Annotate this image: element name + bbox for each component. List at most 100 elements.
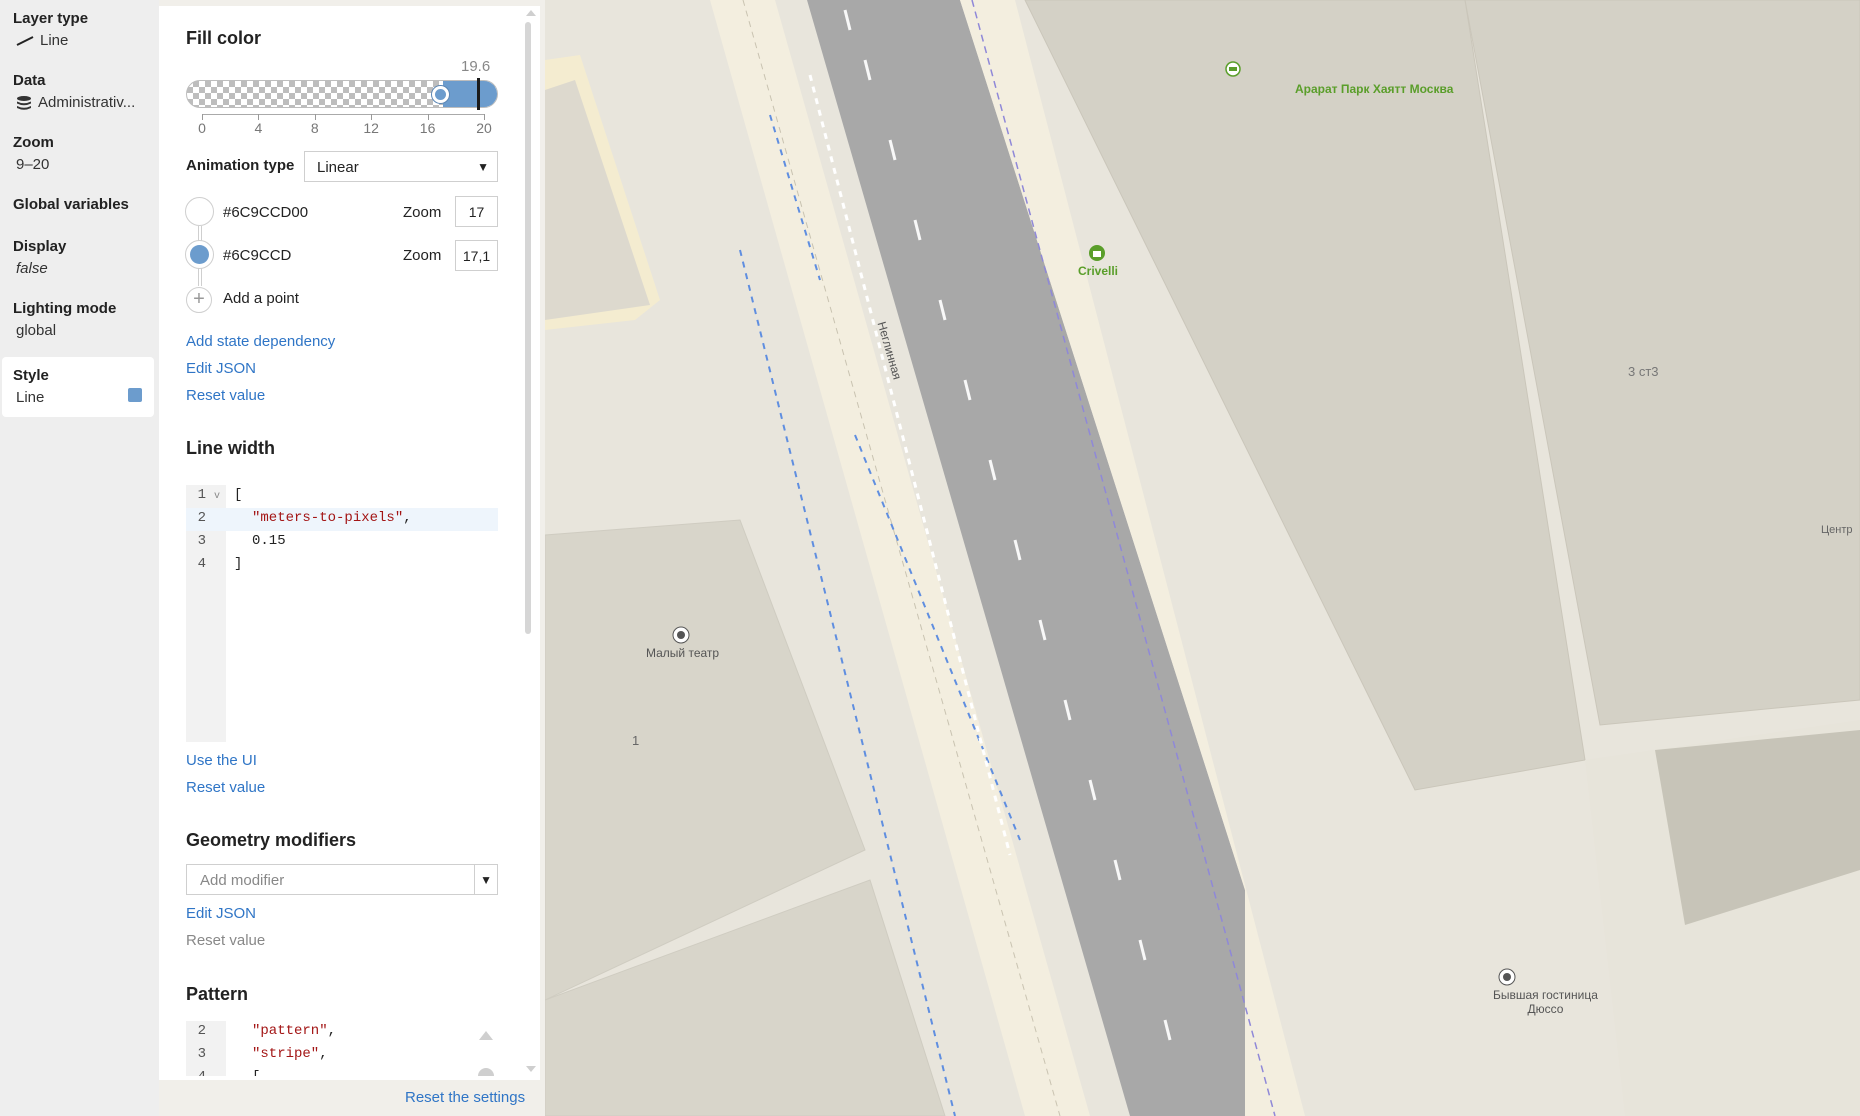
edit-json-link[interactable]: Edit JSON	[186, 360, 256, 377]
code-text: [	[234, 487, 243, 503]
line-number: 4	[186, 1069, 206, 1076]
reset-value-link: Reset value	[186, 932, 266, 949]
line-number: 2	[197, 510, 206, 526]
building-number: 1	[632, 733, 640, 748]
line-width-code-editor[interactable]: 1 v [ 2 "meters-to-pixels", 3 0.15 4 ]	[186, 485, 498, 742]
code-string: "meters-to-pixels",	[252, 510, 412, 526]
chevron-down-icon: ▼	[480, 873, 492, 887]
nav-label: Global variables	[13, 196, 129, 213]
nav-label: Zoom	[13, 134, 54, 151]
edge-label: Центр	[1821, 524, 1853, 536]
reset-value-link[interactable]: Reset value	[186, 387, 265, 404]
slider-value: 19.6	[461, 58, 491, 75]
nav-value-row: Line	[13, 32, 154, 49]
reset-settings-link[interactable]: Reset the settings	[405, 1089, 525, 1106]
panel-scrollbar[interactable]	[525, 22, 531, 634]
pattern-scroll-up-arrow[interactable]	[479, 1031, 493, 1040]
animation-type-select[interactable]: Linear ▼	[304, 151, 498, 182]
poi-label[interactable]: Арарат Парк Хаятт Москва	[1295, 82, 1453, 96]
color-stop-swatch[interactable]	[185, 197, 214, 226]
line-number: 3	[197, 1046, 206, 1062]
nav-label: Lighting mode	[13, 300, 117, 317]
scroll-down-arrow[interactable]	[526, 1066, 536, 1072]
line-width-title: Line width	[186, 438, 275, 458]
map-canvas	[545, 0, 1860, 1116]
nav-item-style[interactable]: Style Line	[2, 357, 154, 417]
hotel-icon[interactable]	[1225, 61, 1241, 77]
poi-label-line: Дюссо	[1527, 1002, 1564, 1016]
code-line: 2 "meters-to-pixels",	[186, 508, 498, 531]
stop-zoom-input[interactable]: 17	[455, 196, 498, 227]
code-punct: ,	[403, 510, 412, 526]
use-the-ui-link[interactable]: Use the UI	[186, 752, 257, 769]
select-divider	[474, 865, 475, 894]
code-token: "stripe"	[252, 1046, 320, 1062]
nav-value: Line	[16, 389, 45, 406]
slider-tick-label: 12	[363, 120, 379, 136]
poi-label[interactable]: Crivelli	[1078, 264, 1118, 278]
nav-item-layer-type[interactable]: Layer type Line	[2, 0, 154, 60]
stop-zoom-label: Zoom	[403, 204, 442, 221]
fold-icon[interactable]: v	[214, 491, 220, 502]
color-stop-swatch[interactable]	[185, 240, 214, 269]
code-text: ]	[234, 556, 243, 572]
line-number: 1	[197, 487, 206, 503]
nav-value: global	[16, 322, 57, 339]
left-nav: Layer type Line Data Administrativ... Zo…	[0, 0, 159, 1116]
edit-json-link[interactable]: Edit JSON	[186, 905, 256, 922]
nav-item-zoom[interactable]: Zoom 9–20	[2, 124, 154, 184]
nav-value: false	[16, 260, 48, 277]
nav-label: Display	[13, 238, 67, 255]
nav-label: Data	[13, 72, 46, 89]
current-zoom-marker[interactable]	[477, 78, 481, 110]
add-state-dependency-link[interactable]: Add state dependency	[186, 333, 335, 350]
nav-value-row: 9–20	[13, 156, 154, 173]
slider-tick-label: 0	[198, 120, 206, 136]
zoom-slider-track[interactable]	[186, 80, 498, 108]
nav-value: Administrativ...	[38, 94, 136, 111]
line-icon	[16, 35, 34, 46]
nav-item-data[interactable]: Data Administrativ...	[2, 62, 154, 122]
style-color-swatch	[128, 388, 142, 402]
nav-item-lighting-mode[interactable]: Lighting mode global	[2, 290, 154, 350]
nav-value-row: false	[13, 260, 154, 277]
poi-label-line: Бывшая гостиница	[1493, 988, 1598, 1002]
poi-label[interactable]: Бывшая гостиница Дюссо	[1493, 988, 1598, 1016]
nav-value-row: global	[13, 322, 154, 339]
color-stop-value[interactable]: #6C9CCD	[223, 247, 291, 264]
stop-zoom-input[interactable]: 17,1	[455, 240, 498, 271]
theater-icon[interactable]	[672, 626, 690, 644]
slider-tick-label: 8	[310, 120, 319, 136]
add-modifier-select[interactable]: Add modifier ▼	[186, 864, 498, 895]
map-view[interactable]: Арарат Парк Хаятт Москва Crivelli Малый …	[545, 0, 1860, 1116]
slider-axis	[202, 114, 484, 115]
code-line: 2 "pattern",	[186, 1021, 498, 1044]
color-stop-value[interactable]: #6C9CCD00	[223, 204, 308, 221]
slider-tick-label: 20	[476, 120, 492, 136]
add-modifier-placeholder: Add modifier	[200, 872, 285, 889]
code-text: [	[252, 1069, 260, 1076]
fill-color-title: Fill color	[186, 28, 262, 48]
nav-item-display[interactable]: Display false	[2, 228, 154, 288]
monument-icon[interactable]	[1498, 968, 1516, 986]
building-number: 3 ст3	[1628, 364, 1659, 379]
nav-label: Style	[13, 367, 49, 384]
code-token: "pattern"	[252, 1023, 328, 1039]
shop-icon[interactable]	[1088, 244, 1106, 262]
code-string: "stripe",	[252, 1046, 328, 1062]
code-token: "meters-to-pixels"	[252, 510, 404, 526]
add-point-button[interactable]: Add a point	[223, 290, 299, 307]
pattern-title: Pattern	[186, 984, 249, 1004]
nav-value-row: Administrativ...	[13, 94, 154, 111]
poi-label[interactable]: Малый театр	[646, 646, 719, 660]
code-string: "pattern",	[252, 1023, 336, 1039]
code-punct: ,	[319, 1046, 328, 1062]
animation-type-label: Animation type	[186, 157, 295, 174]
pattern-code-editor[interactable]: 2 "pattern", 3 "stripe", 4 [	[186, 1021, 498, 1076]
reset-value-link[interactable]: Reset value	[186, 779, 265, 796]
plus-icon[interactable]: +	[186, 287, 212, 313]
scroll-up-arrow[interactable]	[526, 10, 536, 16]
stop-zoom-label: Zoom	[403, 247, 442, 264]
slider-thumb[interactable]	[431, 86, 449, 103]
code-line: 4 [	[186, 1067, 498, 1076]
